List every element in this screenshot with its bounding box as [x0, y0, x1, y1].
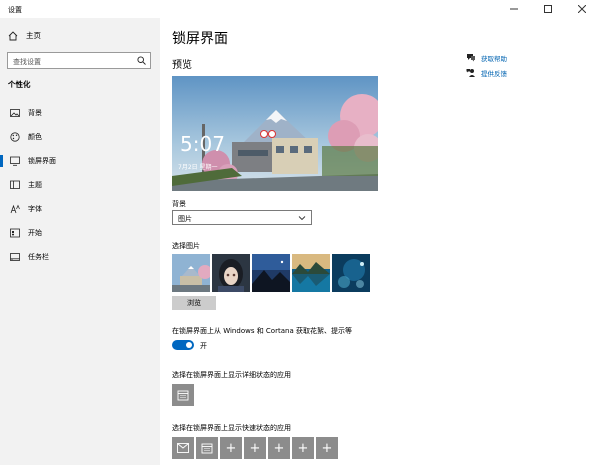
quick-status-label: 选择在锁屏界面上显示快速状态的应用	[172, 424, 291, 432]
lockscreen-preview: 5:07 7月2日 星期一	[172, 76, 378, 191]
font-icon	[10, 204, 20, 214]
add-quick-status-app-button[interactable]: +	[316, 437, 338, 459]
close-button[interactable]	[568, 0, 596, 18]
sidebar-item-label: 任务栏	[28, 253, 49, 261]
toggle-state-label: 开	[200, 342, 207, 350]
preview-date: 7月2日 星期一	[178, 164, 218, 171]
palette-icon	[10, 132, 20, 142]
sidebar-item-colors[interactable]: 颜色	[0, 125, 160, 149]
sidebar-item-label: 字体	[28, 205, 42, 213]
browse-button[interactable]: 浏览	[172, 296, 216, 310]
window-title: 设置	[8, 6, 22, 14]
add-quick-status-app-button[interactable]: +	[292, 437, 314, 459]
add-quick-status-app-button[interactable]: +	[244, 437, 266, 459]
sidebar-item-fonts[interactable]: 字体	[0, 197, 160, 221]
feedback-link[interactable]: 提供反馈	[466, 65, 507, 80]
sidebar-item-label: 锁屏界面	[28, 157, 56, 165]
sidebar-nav: 背景 颜色 锁屏界面 主题 字体 开始 任务栏	[0, 101, 160, 269]
sidebar-item-lockscreen[interactable]: 锁屏界面	[0, 149, 160, 173]
get-help-link[interactable]: 获取帮助	[466, 50, 507, 65]
feedback-icon	[466, 68, 475, 77]
page-title: 锁屏界面	[172, 31, 228, 47]
home-icon	[8, 30, 18, 40]
monitor-icon	[10, 156, 20, 166]
get-help-label: 获取帮助	[481, 54, 507, 63]
detailed-status-label: 选择在锁屏界面上显示详细状态的应用	[172, 371, 291, 379]
minimize-icon	[510, 8, 518, 10]
sidebar-item-start[interactable]: 开始	[0, 221, 160, 245]
minimize-button[interactable]	[500, 0, 528, 18]
thumbnail-lake-mountains[interactable]	[292, 254, 330, 292]
thumbnail-anime-girl[interactable]	[212, 254, 250, 292]
preview-heading: 预览	[172, 60, 192, 71]
search-icon	[137, 56, 146, 65]
thumbnail-underwater[interactable]	[332, 254, 370, 292]
thumbnail-night-mountains[interactable]	[252, 254, 290, 292]
chevron-down-icon	[298, 216, 306, 221]
preview-clock: 5:07	[180, 132, 225, 156]
taskbar-icon	[10, 253, 20, 261]
add-quick-status-app-button[interactable]: +	[220, 437, 242, 459]
main-content: 锁屏界面 预览 获取帮助 提供反馈 5:07 7月2日 星期一 背景 图片 选择…	[160, 18, 600, 465]
help-chat-icon	[467, 54, 475, 62]
calendar-icon	[177, 390, 189, 401]
theme-icon	[10, 180, 20, 189]
home-label: 主页	[26, 31, 41, 40]
search-placeholder: 查找设置	[13, 58, 41, 66]
maximize-button[interactable]	[534, 0, 562, 18]
background-dropdown-value: 图片	[178, 215, 192, 223]
detailed-status-app-calendar[interactable]	[172, 384, 194, 406]
mail-icon	[177, 443, 189, 453]
home-link[interactable]: 主页	[8, 30, 41, 41]
thumbnail-mountain-town[interactable]	[172, 254, 210, 292]
search-input[interactable]: 查找设置	[7, 52, 151, 69]
toggle-knob	[186, 342, 192, 348]
start-icon	[10, 228, 20, 238]
sidebar-item-label: 背景	[28, 109, 42, 117]
sidebar-item-background[interactable]: 背景	[0, 101, 160, 125]
sidebar-item-label: 开始	[28, 229, 42, 237]
sidebar: 主页 查找设置 个性化 背景 颜色 锁屏界面 主题 字体 开始 任务栏	[0, 18, 160, 465]
quick-status-app-calendar[interactable]	[196, 437, 218, 459]
background-dropdown[interactable]: 图片	[172, 210, 312, 225]
fun-facts-toggle[interactable]	[172, 340, 194, 350]
maximize-icon	[544, 5, 552, 13]
quick-status-app-mail[interactable]	[172, 437, 194, 459]
sidebar-item-label: 主题	[28, 181, 42, 189]
close-icon	[578, 5, 586, 13]
help-links: 获取帮助 提供反馈	[466, 50, 507, 80]
background-label: 背景	[172, 200, 186, 208]
title-bar: 设置	[0, 0, 600, 18]
sidebar-item-label: 颜色	[28, 133, 42, 141]
picture-thumbnails	[172, 254, 370, 292]
image-icon	[10, 109, 20, 117]
section-title: 个性化	[8, 80, 31, 89]
add-quick-status-app-button[interactable]: +	[268, 437, 290, 459]
calendar-icon	[201, 443, 213, 454]
feedback-label: 提供反馈	[481, 69, 507, 78]
sidebar-item-themes[interactable]: 主题	[0, 173, 160, 197]
fun-facts-label: 在锁屏界面上从 Windows 和 Cortana 获取花絮、提示等	[172, 327, 352, 335]
choose-picture-label: 选择图片	[172, 242, 200, 250]
sidebar-item-taskbar[interactable]: 任务栏	[0, 245, 160, 269]
